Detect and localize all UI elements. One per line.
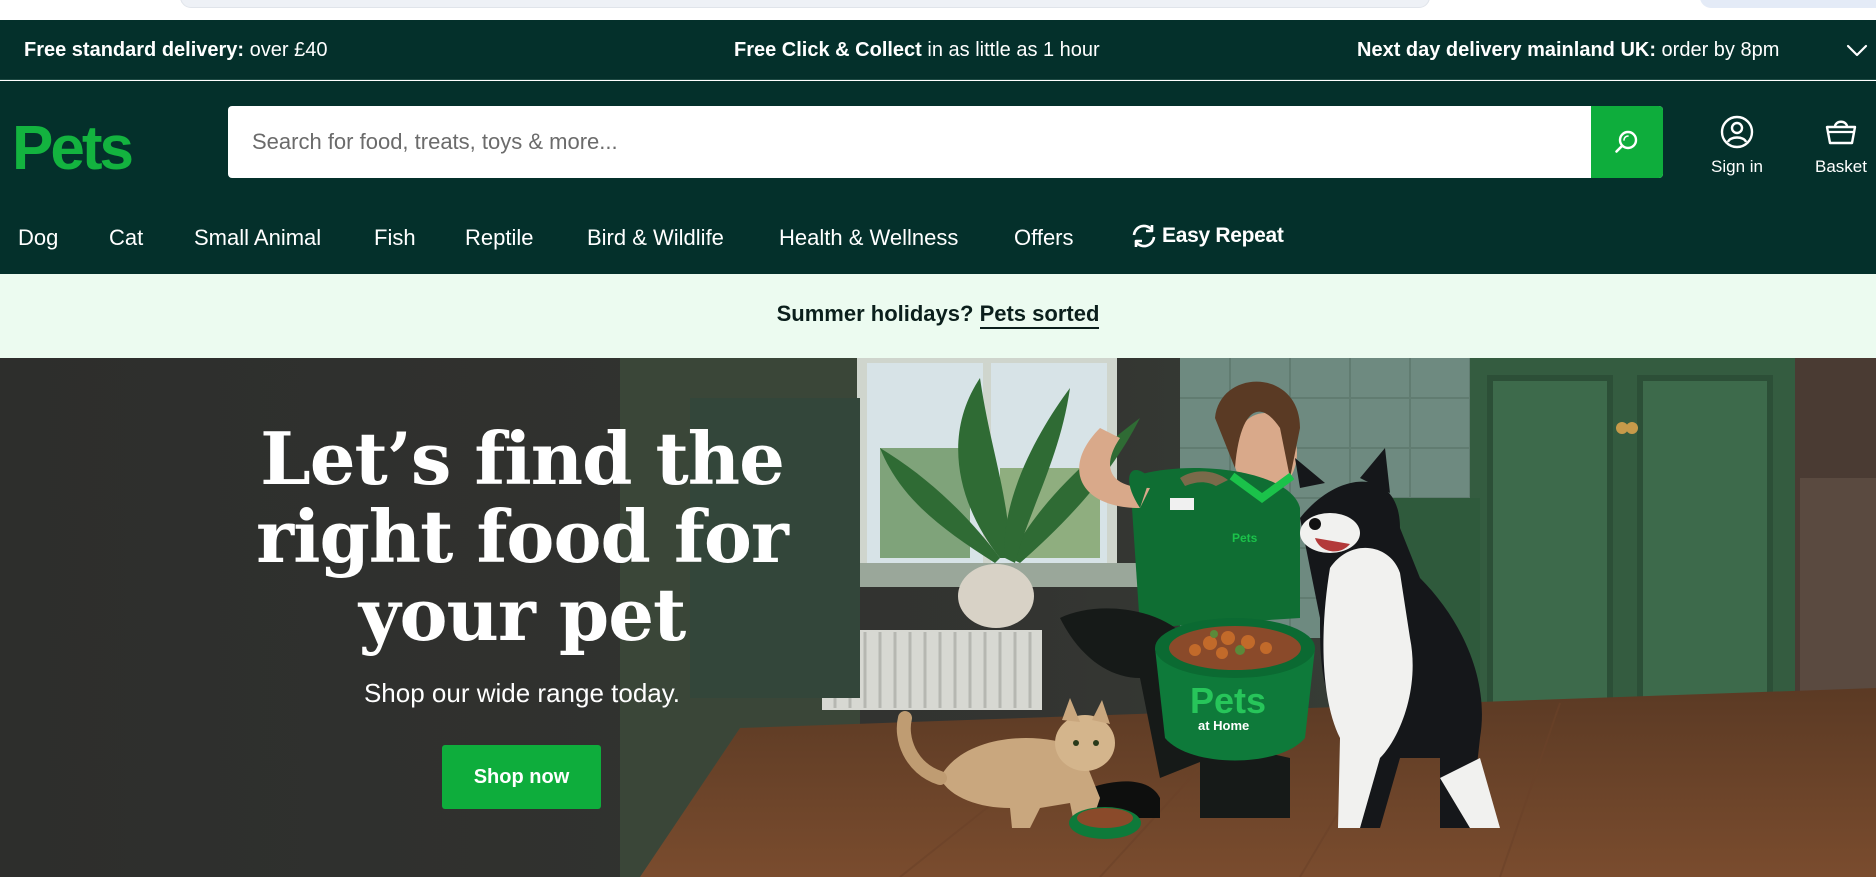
toolbar-edge bbox=[1700, 0, 1876, 8]
chevron-down-icon[interactable] bbox=[1846, 42, 1868, 58]
search-icon bbox=[1615, 130, 1638, 153]
account-icon bbox=[1720, 115, 1754, 149]
promo-click-collect: Free Click & Collect in as little as 1 h… bbox=[734, 39, 1100, 61]
nav-item-dog[interactable]: Dog bbox=[18, 225, 58, 251]
search-input[interactable] bbox=[228, 106, 1590, 178]
svg-text:Pets: Pets bbox=[1190, 680, 1266, 721]
search-bar bbox=[228, 106, 1663, 178]
summer-text: Summer holidays? bbox=[776, 301, 980, 326]
main-nav: Dog Cat Small Animal Fish Reptile Bird &… bbox=[0, 209, 1876, 269]
basket-label: Basket bbox=[1815, 157, 1867, 176]
svg-text:Pets: Pets bbox=[1232, 531, 1258, 545]
page-top-edge bbox=[0, 0, 1876, 20]
promo-next-day: Next day delivery mainland UK: order by … bbox=[1357, 39, 1780, 61]
pets-logo[interactable]: Pets bbox=[12, 117, 146, 179]
nav-item-small-animal[interactable]: Small Animal bbox=[194, 225, 321, 251]
pets-sorted-link[interactable]: Pets sorted bbox=[979, 301, 1100, 329]
sign-in-button[interactable]: Sign in bbox=[1702, 115, 1772, 177]
sign-in-label: Sign in bbox=[1711, 157, 1763, 176]
hero-title: Let’s find the right food for your pet bbox=[256, 416, 789, 657]
basket-icon bbox=[1825, 120, 1857, 145]
easy-repeat-label: Easy Repeat bbox=[1162, 224, 1284, 247]
nav-item-bird-wildlife[interactable]: Bird & Wildlife bbox=[587, 225, 724, 251]
nav-item-easy-repeat[interactable]: Easy Repeat bbox=[1130, 223, 1284, 249]
hero-banner: Pets Pets at Home Let’s find the right f… bbox=[0, 358, 1876, 877]
svg-text:Pets: Pets bbox=[12, 117, 131, 179]
nav-item-cat[interactable]: Cat bbox=[109, 225, 143, 251]
summer-banner: Summer holidays? Pets sorted bbox=[0, 274, 1876, 358]
svg-text:at Home: at Home bbox=[1198, 718, 1249, 733]
address-bar-edge bbox=[180, 0, 1430, 8]
search-button[interactable] bbox=[1591, 106, 1663, 178]
repeat-icon bbox=[1132, 224, 1156, 248]
nav-item-fish[interactable]: Fish bbox=[374, 225, 416, 251]
basket-button[interactable]: Basket bbox=[1810, 115, 1872, 177]
delivery-promo-bar: Free standard delivery: over £40 Free Cl… bbox=[0, 20, 1876, 80]
shop-now-button[interactable]: Shop now bbox=[442, 745, 601, 809]
site-header: Pets Sign in Basket Dog Cat Small bbox=[0, 81, 1876, 274]
hero-subtitle: Shop our wide range today. bbox=[363, 678, 681, 708]
nav-item-offers[interactable]: Offers bbox=[1014, 225, 1074, 251]
promo-free-delivery: Free standard delivery: over £40 bbox=[24, 39, 328, 61]
nav-item-reptile[interactable]: Reptile bbox=[465, 225, 533, 251]
nav-item-health-wellness[interactable]: Health & Wellness bbox=[779, 225, 958, 251]
